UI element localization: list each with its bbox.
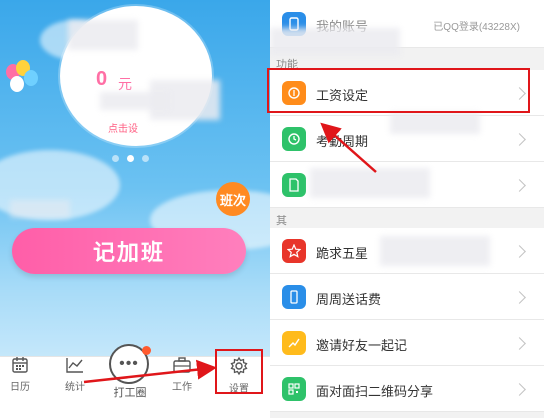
balloons-icon — [2, 60, 42, 100]
carousel-dots — [112, 155, 149, 162]
weekly-phone-credit-label: 周周送话费 — [316, 292, 382, 307]
chevron-right-icon — [513, 383, 526, 396]
blurred-region — [390, 112, 480, 134]
record-overtime-button[interactable]: 记加班 — [12, 228, 246, 274]
chevron-right-icon — [513, 337, 526, 350]
blurred-region — [10, 200, 70, 218]
tab-statistics[interactable]: 统计 — [50, 356, 100, 393]
document-icon — [282, 173, 306, 197]
rate-five-stars-label: 跪求五星 — [316, 246, 369, 261]
chart-icon — [66, 358, 83, 373]
calendar-icon — [12, 357, 28, 373]
chevron-right-icon — [513, 133, 526, 146]
blurred-region — [270, 28, 400, 56]
tab-calendar[interactable]: 日历 — [0, 356, 45, 393]
section-other-label: 其 — [276, 215, 287, 227]
chevron-right-icon — [513, 245, 526, 258]
star-icon — [282, 239, 306, 263]
carousel-dot[interactable] — [112, 155, 119, 162]
account-value: 已QQ登录(43228X) — [433, 22, 520, 33]
notification-badge — [142, 346, 151, 355]
briefcase-icon — [173, 357, 191, 373]
attendance-cycle-label: 考勤周期 — [316, 134, 369, 149]
tab-calendar-label: 日历 — [10, 382, 30, 393]
salary-unit: 元 — [118, 76, 132, 92]
tab-statistics-label: 统计 — [65, 382, 85, 393]
qrcode-icon — [282, 377, 306, 401]
shift-button[interactable]: 班次 — [216, 182, 250, 216]
salary-hint: 点击设 — [108, 124, 138, 135]
blurred-region — [310, 168, 430, 198]
tab-workcircle-label[interactable]: 打工圈 — [100, 384, 160, 400]
qrcode-share-row[interactable]: 面对面扫二维码分享 — [270, 366, 544, 412]
carousel-dot-active[interactable] — [127, 155, 134, 162]
blurred-region — [380, 236, 490, 266]
invite-friends-row[interactable]: 邀请好友一起记 — [270, 320, 544, 366]
highlight-box-settings — [215, 349, 263, 394]
blurred-region — [100, 92, 170, 110]
chevron-right-icon — [513, 291, 526, 304]
settings-screen: 我的账号 已QQ登录(43228X) 功能 工资设定 考勤周期 其 跪求五星 周… — [270, 0, 544, 418]
blurred-region — [68, 20, 138, 50]
clock-icon — [282, 127, 306, 151]
highlight-box-salary-settings — [267, 68, 530, 113]
qrcode-share-label: 面对面扫二维码分享 — [316, 384, 434, 399]
tab-work[interactable]: 工作 — [157, 356, 207, 393]
invite-friends-label: 邀请好友一起记 — [316, 338, 408, 353]
trend-icon — [282, 331, 306, 355]
phone-icon — [282, 285, 306, 309]
chevron-right-icon — [513, 179, 526, 192]
tab-work-label: 工作 — [172, 382, 192, 393]
carousel-dot[interactable] — [142, 155, 149, 162]
weekly-phone-credit-row[interactable]: 周周送话费 — [270, 274, 544, 320]
salary-amount: 0 — [96, 68, 108, 90]
